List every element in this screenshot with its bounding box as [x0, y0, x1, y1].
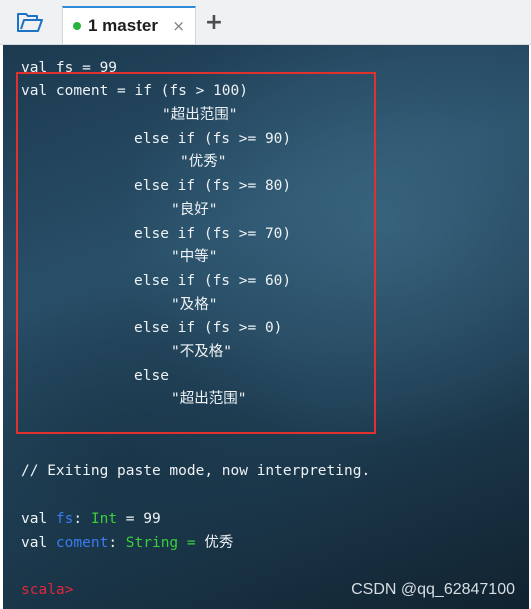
code-line: else if (fs >= 90) [134, 131, 292, 147]
result-separator: : [73, 511, 91, 527]
watermark: CSDN @qq_62847100 [351, 581, 515, 598]
tab-label: 1 master [88, 16, 158, 35]
paste-mode-message: // Exiting paste mode, now interpreting. [21, 463, 371, 479]
result-name: fs [55, 511, 74, 527]
code-line: "及格" [171, 297, 218, 313]
code-line: "超出范围" [171, 391, 247, 407]
result-equals: = [178, 535, 205, 551]
keyword-val: val [21, 511, 56, 527]
code-line: "超出范围" [162, 107, 238, 123]
result-separator: : [108, 535, 126, 551]
code-line: "良好" [171, 202, 218, 218]
connection-status-dot [73, 22, 81, 30]
folder-open-icon [17, 13, 43, 32]
code-line: else if (fs >= 70) [134, 226, 292, 242]
new-tab-button[interactable]: + [203, 9, 225, 37]
scala-prompt[interactable]: scala> [21, 580, 73, 600]
result-name: coment [55, 535, 109, 551]
code-line: else if (fs >= 80) [134, 178, 292, 194]
result-type: Int [90, 511, 118, 527]
code-line: else if (fs >= 60) [134, 273, 292, 289]
open-folder-button[interactable] [6, 6, 54, 40]
code-line: else if (fs >= 0) [134, 320, 283, 336]
code-line: else [134, 368, 169, 384]
terminal-area[interactable]: val fs = 99 val coment = if (fs > 100) "… [3, 45, 529, 609]
close-icon[interactable]: × [172, 17, 185, 35]
code-line: "中等" [171, 249, 218, 265]
result-line-fs: val fs: Int = 99 [21, 509, 161, 529]
tab-master[interactable]: 1 master × [62, 6, 196, 44]
code-line: "不及格" [171, 344, 232, 360]
result-line-coment: val coment: String = 优秀 [21, 533, 233, 553]
code-line: "优秀" [180, 154, 227, 170]
result-value: 优秀 [204, 535, 234, 551]
result-value: = 99 [117, 511, 161, 527]
keyword-val: val [21, 535, 56, 551]
tab-bar: 1 master × + [0, 0, 531, 45]
code-line: val coment = if (fs > 100) [21, 83, 248, 99]
result-type: String [125, 535, 179, 551]
